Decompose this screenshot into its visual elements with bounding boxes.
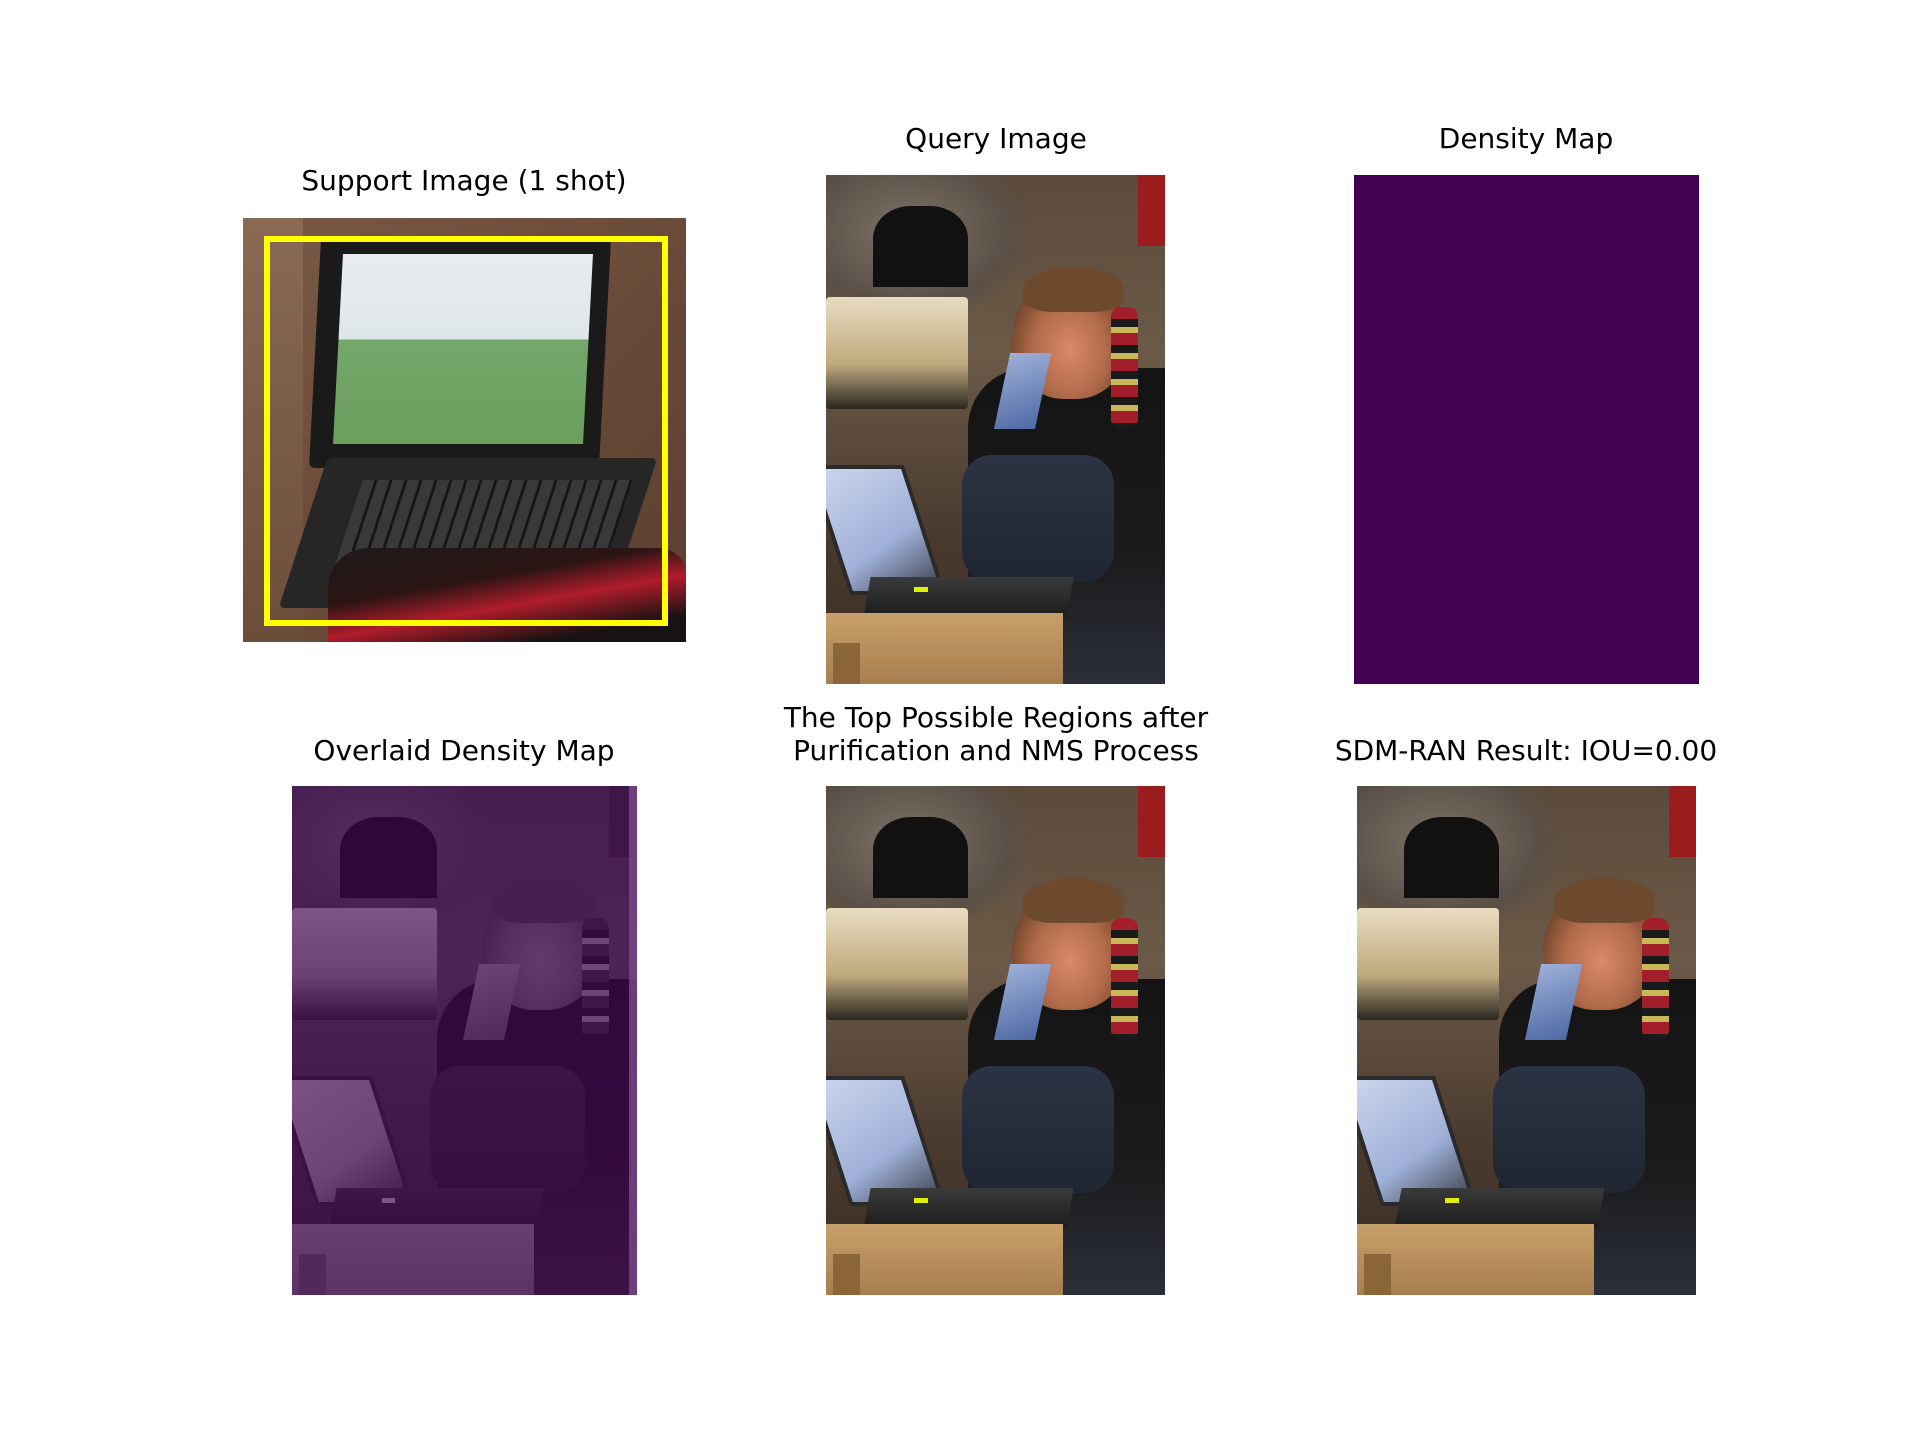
density-map-title: Density Map — [1438, 122, 1614, 155]
density-map — [1354, 175, 1699, 684]
regions-title-line2: Purification and NMS Process — [793, 734, 1199, 767]
result-image — [1357, 786, 1696, 1295]
query-image-title: Query Image — [905, 122, 1087, 155]
result-title: SDM-RAN Result: IOU=0.00 — [1334, 734, 1718, 767]
support-image-title: Support Image (1 shot) — [301, 164, 627, 197]
regions-title-line1: The Top Possible Regions after — [783, 701, 1209, 734]
support-bounding-box — [264, 236, 668, 626]
scarf — [1110, 307, 1138, 430]
overlaid-density-map — [292, 786, 637, 1295]
printer — [826, 297, 969, 410]
density-overlay — [292, 786, 637, 1295]
top-regions-image — [826, 786, 1165, 1295]
overlaid-density-map-title: Overlaid Density Map — [313, 734, 615, 767]
table — [826, 612, 1064, 684]
regions-title: The Top Possible Regions after Purificat… — [784, 701, 1208, 767]
query-image — [826, 175, 1165, 684]
